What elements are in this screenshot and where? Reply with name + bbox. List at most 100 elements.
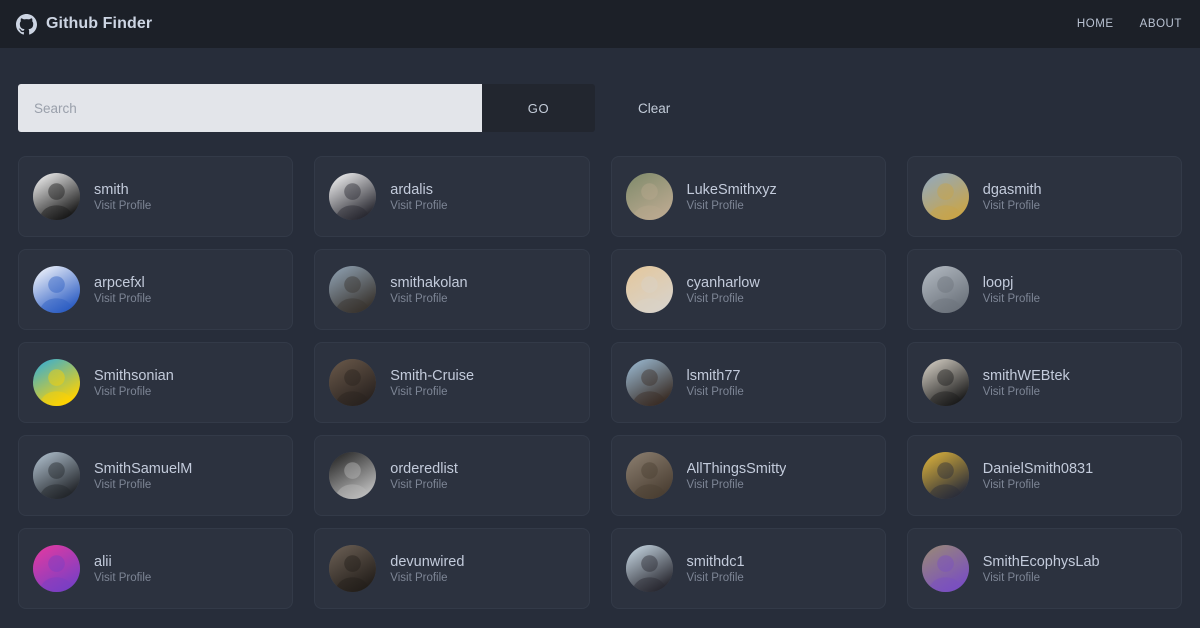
navbar: Github Finder HOME ABOUT	[0, 0, 1200, 48]
user-card[interactable]: cyanharlow Visit Profile	[610, 249, 886, 330]
avatar	[329, 359, 377, 406]
user-name: dgasmith	[982, 181, 1042, 198]
avatar	[625, 359, 673, 406]
visit-profile-link[interactable]: Visit Profile	[390, 386, 474, 398]
user-card[interactable]: loopj Visit Profile	[906, 249, 1182, 330]
user-card[interactable]: SmithSamuelM Visit Profile	[18, 435, 294, 516]
user-meta: SmithSamuelM Visit Profile	[94, 461, 192, 491]
user-card[interactable]: LukeSmithxyz Visit Profile	[610, 156, 886, 237]
user-card[interactable]: orderedlist Visit Profile	[314, 435, 590, 516]
user-name: loopj	[982, 274, 1014, 291]
visit-profile-link[interactable]: Visit Profile	[390, 200, 447, 212]
nav-link-about[interactable]: ABOUT	[1140, 18, 1182, 30]
visit-profile-link[interactable]: Visit Profile	[94, 293, 151, 305]
user-meta: smith Visit Profile	[94, 182, 151, 212]
avatar	[33, 359, 80, 406]
visit-profile-link[interactable]: Visit Profile	[983, 293, 1040, 305]
nav-link-home[interactable]: HOME	[1077, 18, 1114, 30]
user-meta: ardalis Visit Profile	[390, 182, 447, 212]
user-name: smithakolan	[390, 274, 468, 291]
search-input[interactable]	[18, 84, 482, 132]
visit-profile-link[interactable]: Visit Profile	[687, 293, 760, 305]
visit-profile-link[interactable]: Visit Profile	[390, 479, 458, 491]
user-card[interactable]: DanielSmith0831 Visit Profile	[906, 435, 1182, 516]
visit-profile-link[interactable]: Visit Profile	[983, 386, 1070, 398]
brand: Github Finder	[16, 13, 153, 35]
user-name: ardalis	[390, 181, 433, 198]
brand-title: Github Finder	[46, 15, 153, 32]
visit-profile-link[interactable]: Visit Profile	[687, 386, 744, 398]
user-name: LukeSmithxyz	[686, 181, 777, 198]
user-card[interactable]: ardalis Visit Profile	[314, 156, 590, 237]
user-name: lsmith77	[686, 367, 741, 384]
avatar	[329, 173, 377, 220]
user-meta: loopj Visit Profile	[983, 275, 1040, 305]
user-meta: AllThingsSmitty Visit Profile	[687, 461, 787, 491]
user-name: alii	[94, 553, 112, 570]
search-form: GO	[18, 84, 595, 132]
avatar	[33, 452, 80, 499]
user-card[interactable]: dgasmith Visit Profile	[906, 156, 1182, 237]
visit-profile-link[interactable]: Visit Profile	[983, 479, 1093, 491]
avatar	[921, 452, 969, 499]
user-card[interactable]: smithdc1 Visit Profile	[610, 528, 886, 609]
user-name: devunwired	[390, 553, 465, 570]
avatar	[329, 545, 377, 592]
user-card[interactable]: SmithEcophysLab Visit Profile	[906, 528, 1182, 609]
user-name: DanielSmith0831	[982, 460, 1094, 477]
avatar	[921, 359, 969, 406]
user-name: arpcefxl	[94, 274, 145, 291]
user-name: smithWEBtek	[982, 367, 1070, 384]
visit-profile-link[interactable]: Visit Profile	[94, 479, 192, 491]
user-meta: smithdc1 Visit Profile	[687, 554, 745, 584]
user-meta: arpcefxl Visit Profile	[94, 275, 151, 305]
user-card[interactable]: smith Visit Profile	[18, 156, 294, 237]
user-card[interactable]: Smith-Cruise Visit Profile	[314, 342, 590, 423]
user-meta: cyanharlow Visit Profile	[687, 275, 760, 305]
visit-profile-link[interactable]: Visit Profile	[687, 479, 787, 491]
clear-button[interactable]: Clear	[634, 95, 674, 122]
visit-profile-link[interactable]: Visit Profile	[94, 200, 151, 212]
user-name: AllThingsSmitty	[686, 460, 787, 477]
user-meta: lsmith77 Visit Profile	[687, 368, 744, 398]
user-name: SmithSamuelM	[94, 460, 193, 477]
visit-profile-link[interactable]: Visit Profile	[983, 572, 1100, 584]
user-grid: smith Visit Profile ardalis Visit Profile Lu…	[0, 156, 1200, 609]
user-meta: devunwired Visit Profile	[390, 554, 464, 584]
visit-profile-link[interactable]: Visit Profile	[390, 572, 464, 584]
user-card[interactable]: smithakolan Visit Profile	[314, 249, 590, 330]
avatar	[33, 266, 80, 313]
user-card[interactable]: devunwired Visit Profile	[314, 528, 590, 609]
user-meta: Smith-Cruise Visit Profile	[390, 368, 474, 398]
avatar	[625, 266, 673, 313]
visit-profile-link[interactable]: Visit Profile	[687, 572, 745, 584]
github-icon	[16, 13, 37, 35]
avatar	[329, 452, 377, 499]
user-meta: orderedlist Visit Profile	[390, 461, 458, 491]
user-card[interactable]: arpcefxl Visit Profile	[18, 249, 294, 330]
user-card[interactable]: Smithsonian Visit Profile	[18, 342, 294, 423]
user-card[interactable]: smithWEBtek Visit Profile	[906, 342, 1182, 423]
user-meta: alii Visit Profile	[94, 554, 151, 584]
user-card[interactable]: alii Visit Profile	[18, 528, 294, 609]
user-card[interactable]: lsmith77 Visit Profile	[610, 342, 886, 423]
user-name: SmithEcophysLab	[982, 553, 1100, 570]
user-meta: SmithEcophysLab Visit Profile	[983, 554, 1100, 584]
avatar	[921, 173, 969, 220]
avatar	[33, 173, 80, 220]
nav-links: HOME ABOUT	[1077, 18, 1182, 30]
user-name: smithdc1	[686, 553, 745, 570]
user-name: cyanharlow	[686, 274, 760, 291]
visit-profile-link[interactable]: Visit Profile	[687, 200, 777, 212]
avatar	[625, 452, 673, 499]
avatar	[329, 266, 377, 313]
search-row: GO Clear	[0, 48, 1200, 132]
visit-profile-link[interactable]: Visit Profile	[94, 572, 151, 584]
visit-profile-link[interactable]: Visit Profile	[390, 293, 467, 305]
visit-profile-link[interactable]: Visit Profile	[94, 386, 174, 398]
go-button[interactable]: GO	[482, 84, 595, 132]
user-meta: Smithsonian Visit Profile	[94, 368, 174, 398]
visit-profile-link[interactable]: Visit Profile	[983, 200, 1042, 212]
user-name: orderedlist	[390, 460, 458, 477]
user-card[interactable]: AllThingsSmitty Visit Profile	[610, 435, 886, 516]
